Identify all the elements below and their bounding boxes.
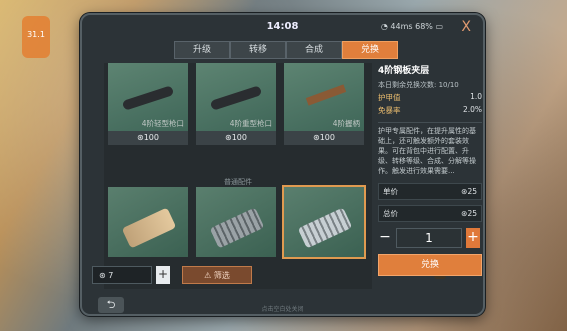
- muzzle-icon: [121, 85, 175, 111]
- warning-icon: ⚠: [204, 271, 212, 280]
- exchange-window: 14:08 ◔ 44ms 68% ▭ X 升级 转移 合成 兑换 4阶轻型枪口 …: [80, 13, 485, 316]
- remaining-count: 本日剩余兑换次数: 10/10: [378, 81, 459, 89]
- item-card[interactable]: 4阶重型枪口 ⊛100: [196, 63, 276, 145]
- item-card[interactable]: 4阶轻型枪口 ⊛100: [108, 63, 188, 145]
- item-image: [108, 187, 188, 257]
- item-image: 4阶轻型枪口: [108, 63, 188, 131]
- grid-footer: ⊛ 7 + ⚠ 筛选: [92, 266, 372, 288]
- detail-panel: 4阶钢板夹层 本日剩余兑换次数: 10/10 护甲值 1.0 免暴率 2.0% 护甲…: [378, 63, 482, 293]
- plate-roll-icon: [209, 207, 265, 249]
- coin-icon: ⊛: [313, 133, 320, 142]
- item-name: 4阶重型枪口: [229, 119, 272, 128]
- item-card-selected[interactable]: [282, 185, 366, 259]
- coin-icon: ⊛: [99, 271, 106, 280]
- tab-exchange[interactable]: 兑换: [342, 41, 398, 59]
- unit-price-row: 单价 ⊛25: [378, 183, 482, 200]
- tab-upgrade[interactable]: 升级: [174, 41, 230, 59]
- tab-transfer[interactable]: 转移: [230, 41, 286, 59]
- section-label: 普通配件: [224, 178, 252, 186]
- item-price: ⊛100: [196, 131, 276, 145]
- minus-button[interactable]: −: [378, 228, 392, 248]
- item-name: 4阶握柄: [332, 119, 360, 128]
- quantity-value[interactable]: 1: [396, 228, 462, 248]
- coin-icon: ⊛: [137, 133, 144, 142]
- plate-roll-icon: [297, 207, 353, 249]
- close-icon[interactable]: X: [461, 19, 471, 35]
- hud-level-badge: 31.1: [22, 16, 50, 58]
- total-price-row: 总价 ⊛25: [378, 205, 482, 222]
- muzzle-icon: [209, 85, 263, 111]
- count-box: ⊛ 7: [92, 266, 152, 284]
- item-price: ⊛100: [284, 131, 364, 145]
- item-card[interactable]: 4阶握柄 ⊛100: [284, 63, 364, 145]
- battery-icon: ▭: [435, 22, 443, 31]
- item-image: 4阶握柄: [284, 63, 364, 131]
- exchange-button[interactable]: 兑换: [378, 254, 482, 276]
- detail-title: 4阶钢板夹层: [378, 66, 430, 76]
- plate-roll-icon: [121, 207, 177, 249]
- ping-text: 44ms: [390, 22, 413, 31]
- item-name: 4阶轻型枪口: [141, 119, 184, 128]
- item-image: [196, 187, 276, 257]
- stat-row: 免暴率 2.0%: [378, 105, 482, 115]
- coin-icon: ⊛: [225, 133, 232, 142]
- plus-button[interactable]: +: [466, 228, 480, 248]
- quantity-stepper: − 1 +: [378, 228, 482, 248]
- wifi-icon: ◔: [380, 22, 388, 31]
- item-card[interactable]: [108, 187, 188, 257]
- tab-synthesize[interactable]: 合成: [286, 41, 342, 59]
- item-price: ⊛100: [108, 131, 188, 145]
- description: 护甲专属配件，在提升属性的基础上，还可触发额外的套装效果。可在背包中进行配置、升…: [378, 122, 482, 178]
- item-card[interactable]: [196, 187, 276, 257]
- filter-button[interactable]: ⚠ 筛选: [182, 266, 252, 284]
- network-status: ◔ 44ms 68% ▭: [381, 22, 443, 31]
- battery-text: 68%: [415, 22, 433, 31]
- close-hint: 点击空白处关闭: [261, 306, 304, 313]
- item-image: 4阶重型枪口: [196, 63, 276, 131]
- item-grid: 4阶轻型枪口 ⊛100 4阶重型枪口 ⊛100 4阶握柄 ⊛100 普通配件: [104, 63, 372, 289]
- hud-level-text: 31.1: [27, 30, 45, 39]
- grip-icon: [305, 84, 347, 106]
- tab-bar: 升级 转移 合成 兑换: [174, 41, 398, 59]
- add-button[interactable]: +: [156, 266, 170, 284]
- item-image: [282, 185, 366, 259]
- status-bar: 14:08 ◔ 44ms 68% ▭ X: [82, 15, 483, 39]
- stat-row: 护甲值 1.0: [378, 92, 482, 102]
